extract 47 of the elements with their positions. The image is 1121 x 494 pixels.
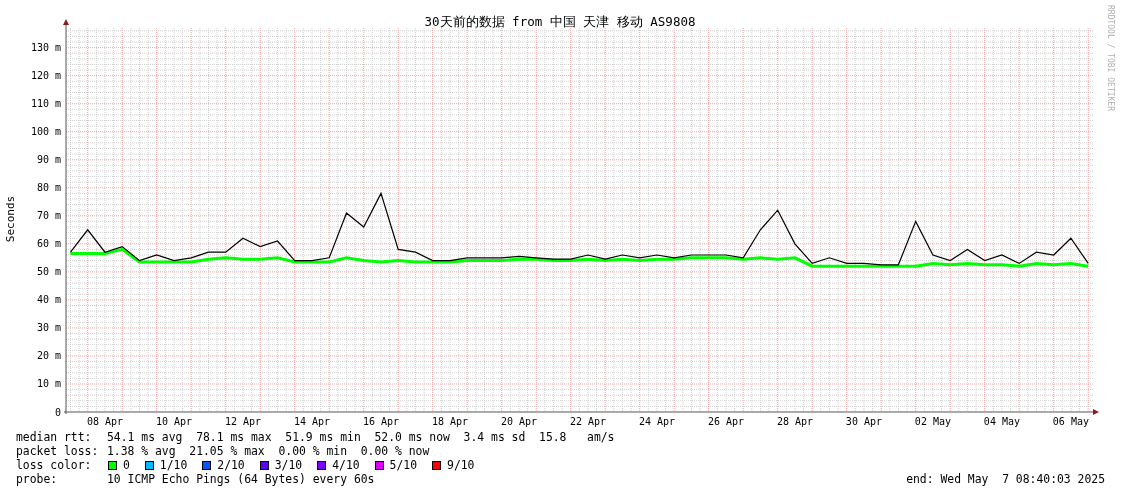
legend-label: 5/10 xyxy=(389,458,418,472)
tick-label: 16 Apr xyxy=(362,416,400,427)
tick-label: 14 Apr xyxy=(293,416,331,427)
stat-label: loss color: xyxy=(16,458,93,472)
tick-label: 10 m xyxy=(36,378,61,390)
tick-label: 18 Apr xyxy=(431,416,468,427)
tick-label: 04 May xyxy=(983,416,1020,427)
stat-values: 54.1 ms avg 78.1 ms max 51.9 ms min 52.0 ms now 3.4 ms sd 15.8 am/s xyxy=(107,430,615,444)
tick-label: 100 m xyxy=(30,126,61,138)
stat-values: 1.38 % avg 21.05 % max 0.00 % min 0.00 % now xyxy=(107,444,430,458)
tick-label: 02 May xyxy=(914,416,951,427)
tick-label: 110 m xyxy=(30,98,61,110)
tick-label: 22 Apr xyxy=(569,416,606,427)
tick-label: 130 m xyxy=(30,42,61,54)
tick-label: 120 m xyxy=(30,70,61,82)
stat-label: median rtt: xyxy=(16,430,93,444)
legend-label: 3/10 xyxy=(274,458,303,472)
stat-label: packet loss: xyxy=(16,444,100,458)
tick-label: 60 m xyxy=(36,238,61,250)
tick-label: 30 m xyxy=(36,322,61,334)
tick-label: 0 xyxy=(54,406,61,418)
tick-label: 26 Apr xyxy=(707,416,744,427)
tick-label: 10 Apr xyxy=(155,416,193,427)
tick-label: 06 May xyxy=(1052,416,1089,427)
tick-label: 28 Apr xyxy=(776,416,813,427)
stat-label: probe: xyxy=(16,472,59,486)
tick-label: 70 m xyxy=(36,210,61,222)
legend-label: 2/10 xyxy=(217,458,245,472)
tick-label: 24 Apr xyxy=(638,416,675,427)
tick-label: 40 m xyxy=(36,294,61,306)
tick-label: 08 Apr xyxy=(86,416,124,427)
chart-title: 30天前的数据 from 中国 天津 移动 AS9808 xyxy=(424,14,696,29)
legend-label: 0 xyxy=(123,458,130,472)
tick-label: 20 m xyxy=(36,350,61,362)
legend-label: 4/10 xyxy=(332,458,360,472)
tick-label: 20 Apr xyxy=(500,416,537,427)
legend-label: 9/10 xyxy=(447,458,475,472)
tick-label: 50 m xyxy=(36,266,61,278)
tick-label: 80 m xyxy=(36,182,61,194)
probe-text: 10 ICMP Echo Pings (64 Bytes) every 60s xyxy=(107,472,375,486)
axis-label: Seconds xyxy=(4,195,17,243)
tick-label: 12 Apr xyxy=(224,416,262,427)
credit-text: RRDTOOL / TOBI OETIKER xyxy=(1106,5,1115,111)
end-time: end: Wed May 7 08:40:03 2025 xyxy=(906,472,1105,486)
tick-label: 90 m xyxy=(36,154,61,166)
tick-label: 30 Apr xyxy=(845,416,882,427)
legend-label: 1/10 xyxy=(159,458,188,472)
